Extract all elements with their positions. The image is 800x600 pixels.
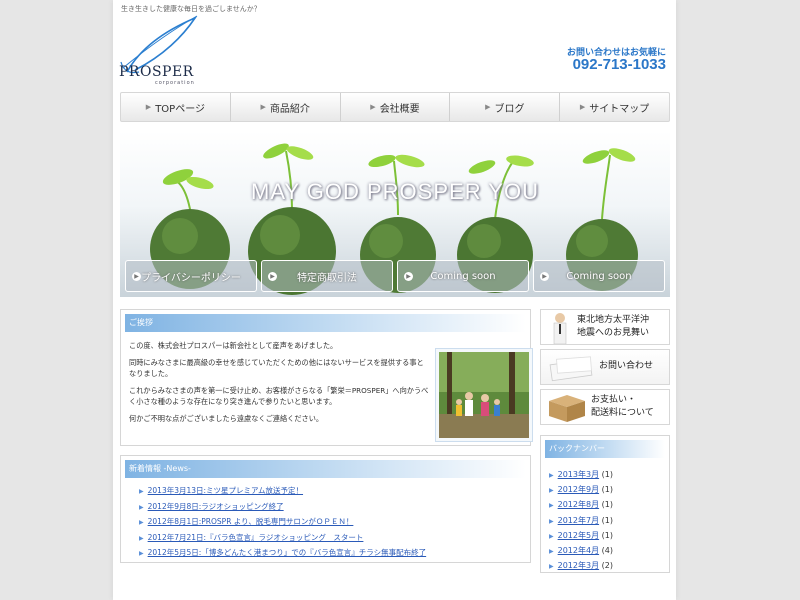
commercial-law-button[interactable]: ▶ 特定商取引法 xyxy=(261,260,393,292)
archive-count: (1) xyxy=(601,530,613,540)
earthquake-banner-label: 東北地方太平洋沖 地震へのお見舞い xyxy=(577,315,650,338)
archive-count: (1) xyxy=(601,485,613,495)
arrow-right-icon: ▶ xyxy=(145,103,152,111)
archive-count: (1) xyxy=(601,470,613,479)
arrow-right-icon: ▶ xyxy=(139,488,144,495)
archive-count: (4) xyxy=(601,546,613,556)
privacy-policy-button[interactable]: ▶ プライバシーポリシー xyxy=(125,260,257,292)
greeting-paragraph: 同時にみなさまに最高級の幸せを感じていただくための他にはないサービスを提供する事… xyxy=(129,358,424,378)
arrow-right-icon: ▶ xyxy=(549,548,554,556)
greeting-text: この度、株式会社プロスパーは新会社として産声をあげました。 同時にみなさまに最高… xyxy=(129,340,429,430)
archive-item: ▶ 2012年9月 (1) xyxy=(549,483,669,498)
archive-link[interactable]: 2012年8月 xyxy=(558,500,599,509)
nav-item-blog[interactable]: ▶ ブログ xyxy=(449,93,559,121)
nav-item-top[interactable]: ▶ TOPページ xyxy=(121,93,230,121)
forest-family-image xyxy=(439,352,529,438)
news-item[interactable]: ▶ 2012年5月5日:「博多どんたく港まつり」での『バラ色宣言』チラシ無事配布終… xyxy=(139,546,530,562)
news-heading: 新着情報 -News- xyxy=(125,460,526,478)
earthquake-sympathy-banner[interactable]: 東北地方太平洋沖 地震へのお見舞い xyxy=(540,309,670,345)
arrow-right-icon: ▶ xyxy=(549,517,554,525)
coming-soon-button-1[interactable]: ▶ Coming soon xyxy=(397,260,529,292)
hero-buttons: ▶ プライバシーポリシー ▶ 特定商取引法 ▶ Coming soon ▶ Coming… xyxy=(125,260,665,292)
greeting-paragraph: これからみなさまの声を第一に受け止め、お客様がさらなる「繁栄＝PROSPER」へ… xyxy=(129,386,429,406)
arrow-right-icon: ▶ xyxy=(549,472,554,479)
arrow-right-icon: ▶ xyxy=(268,272,277,281)
arrow-right-icon: ▶ xyxy=(370,103,376,111)
person-icon xyxy=(553,313,567,344)
arrow-right-icon: ▶ xyxy=(549,487,554,495)
arrow-right-icon: ▶ xyxy=(132,272,141,281)
news-section: 新着情報 -News- ▶ 2013年3月13日:ミツ星プレミアム放送予定！ ▶ 2… xyxy=(120,455,531,563)
nav-item-sitemap[interactable]: ▶ サイトマップ xyxy=(559,93,669,121)
payment-shipping-banner[interactable]: お支払い・ 配送料について xyxy=(540,389,670,425)
archive-count: (1) xyxy=(601,515,613,525)
logo-subtext: corporation xyxy=(155,80,195,86)
archive-link[interactable]: 2012年9月 xyxy=(558,485,599,494)
arrow-right-icon: ▶ xyxy=(549,563,554,571)
tagline: 生き生きした健康な毎日を過ごしませんか？ xyxy=(121,5,261,13)
payment-banner-label: お支払い・ 配送料について xyxy=(591,395,654,418)
archive-count: (2) xyxy=(601,561,613,571)
archive-link[interactable]: 2012年3月 xyxy=(558,561,599,570)
archive-link[interactable]: 2012年7月 xyxy=(558,516,599,525)
news-item[interactable]: ▶ 2012年8月1日:PROSPR より、脱毛専門サロンがＯＰＥＮ！ xyxy=(139,515,530,531)
arrow-right-icon: ▶ xyxy=(540,272,549,281)
arrow-right-icon: ▶ xyxy=(549,502,554,510)
news-list: ▶ 2013年3月13日:ミツ星プレミアム放送予定！ ▶ 2012年9月8日:ラジオ… xyxy=(121,484,530,562)
greeting-heading: ご挨拶 xyxy=(125,314,526,332)
arrow-right-icon: ▶ xyxy=(260,103,266,111)
global-nav: ▶ TOPページ ▶ 商品紹介 ▶ 会社概要 ▶ ブログ ▶ サイトマップ xyxy=(120,92,670,122)
archive-section: バックナンバー ▶ 2013年3月 (1) ▶ 2012年9月 (1) ▶ 2012年… xyxy=(540,435,670,573)
archive-item: ▶ 2012年8月 (1) xyxy=(549,498,669,513)
archive-link[interactable]: 2012年4月 xyxy=(558,546,599,555)
news-item[interactable]: ▶ 2013年3月13日:ミツ星プレミアム放送予定！ xyxy=(139,484,530,500)
page: 生き生きした健康な毎日を過ごしませんか？ PROSPER corporation… xyxy=(113,0,676,600)
contact-banner[interactable]: お問い合わせ xyxy=(540,349,670,385)
contact-banner-label: お問い合わせ xyxy=(599,361,654,371)
coming-soon-button-2[interactable]: ▶ Coming soon xyxy=(533,260,665,292)
archive-link[interactable]: 2013年3月 xyxy=(558,470,599,479)
archive-item: ▶ 2012年3月 (2) xyxy=(549,559,669,574)
archive-item: ▶ 2013年3月 (1) xyxy=(549,468,669,483)
arrow-right-icon: ▶ xyxy=(579,103,586,111)
archive-item: ▶ 2012年5月 (1) xyxy=(549,529,669,544)
arrow-right-icon: ▶ xyxy=(139,503,144,511)
news-item[interactable]: ▶ 2012年9月8日:ラジオショッピング終了 xyxy=(139,500,530,516)
phone-number: 092-713-1033 xyxy=(572,56,666,73)
archive-count: (1) xyxy=(601,500,613,510)
arrow-right-icon: ▶ xyxy=(139,550,144,557)
greeting-paragraph: 何かご不明な点がございましたら遠慮なくご連絡ください。 xyxy=(129,414,324,423)
archive-heading: バックナンバー xyxy=(545,440,665,458)
cardboard-box-icon xyxy=(549,395,585,422)
arrow-right-icon: ▶ xyxy=(139,534,144,542)
greeting-paragraph: この度、株式会社プロスパーは新会社として産声をあげました。 xyxy=(129,341,338,350)
logo-text[interactable]: PROSPER xyxy=(119,64,194,80)
family-photo xyxy=(435,348,533,442)
nav-item-company[interactable]: ▶ 会社概要 xyxy=(339,93,450,121)
archive-item: ▶ 2012年7月 (1) xyxy=(549,514,669,529)
archive-item: ▶ 2012年4月 (4) xyxy=(549,544,669,559)
news-item[interactable]: ▶ 2012年7月21日:『バラ色宣言』ラジオショッピング スタート xyxy=(139,531,530,547)
arrow-right-icon: ▶ xyxy=(139,519,144,526)
hero-title: MAY GOD PROSPER YOU xyxy=(251,179,539,204)
arrow-right-icon: ▶ xyxy=(549,532,554,540)
greeting-section: ご挨拶 この度、株式会社プロスパーは新会社として産声をあげました。 同時にみなさ… xyxy=(120,309,533,446)
nav-item-products[interactable]: ▶ 商品紹介 xyxy=(229,93,340,121)
envelope-icon xyxy=(549,356,593,382)
archive-list: ▶ 2013年3月 (1) ▶ 2012年9月 (1) ▶ 2012年8月 (1) ▶… xyxy=(541,468,669,574)
hero-banner: MAY GOD PROSPER YOU ▶ プライバシーポリシー ▶ 特定商取引法 … xyxy=(120,131,670,297)
arrow-right-icon: ▶ xyxy=(404,272,413,281)
arrow-right-icon: ▶ xyxy=(485,103,491,111)
archive-link[interactable]: 2012年5月 xyxy=(558,531,599,540)
